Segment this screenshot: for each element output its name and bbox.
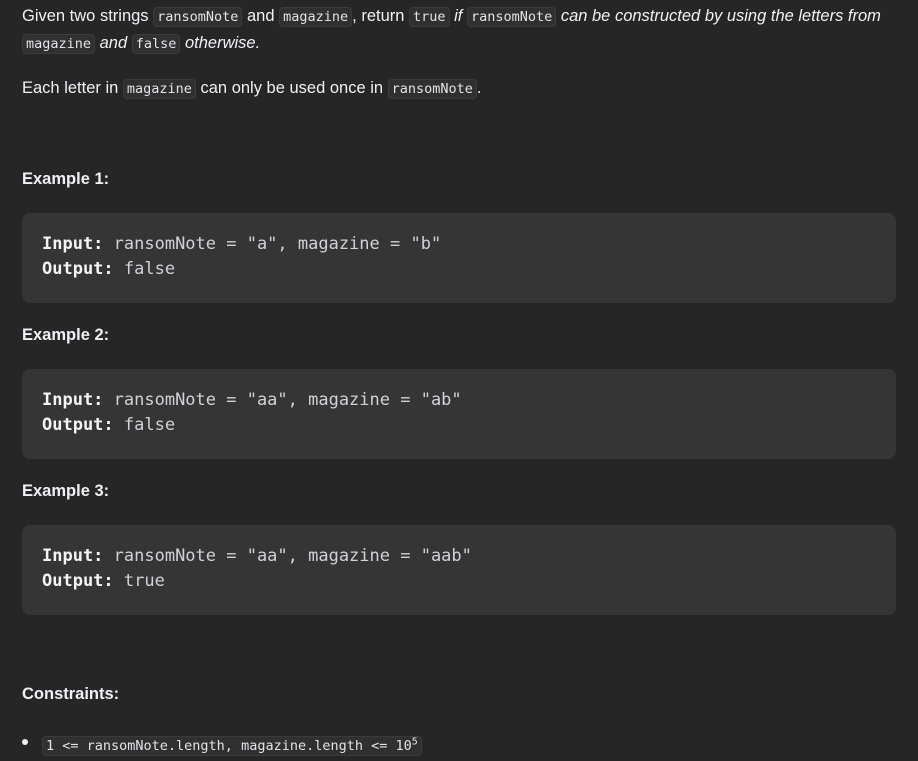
constraint-exponent: 5 (411, 736, 418, 747)
input-label: Input: (42, 546, 104, 566)
inline-code: ransomNote (153, 7, 243, 27)
output-label: Output: (42, 571, 114, 591)
example-1-box: Input: ransomNote = "a", magazine = "b" … (22, 213, 896, 303)
inline-code: ransomNote (387, 79, 477, 99)
example-3-output: Output: true (42, 569, 876, 594)
example-1-heading: Example 1: (22, 170, 110, 188)
text: , return (352, 7, 410, 25)
bullet-icon (22, 739, 28, 745)
example-3-heading: Example 3: (22, 482, 110, 500)
output-label: Output: (42, 259, 114, 279)
text: Given two strings (22, 7, 154, 25)
input-value: ransomNote = "aa", magazine = "ab" (103, 390, 462, 410)
text: Each letter in (22, 79, 123, 97)
italic-text: otherwise. (180, 34, 261, 52)
example-2-output: Output: false (42, 413, 876, 438)
example-1-input: Input: ransomNote = "a", magazine = "b" (42, 232, 876, 257)
inline-code: true (409, 7, 450, 27)
constraint-code: 1 <= ransomNote.length, magazine.length … (42, 735, 422, 756)
example-3-box: Input: ransomNote = "aa", magazine = "aa… (22, 525, 896, 615)
example-3-input: Input: ransomNote = "aa", magazine = "aa… (42, 544, 876, 569)
text: and (242, 7, 280, 25)
text: can only be used once in (195, 79, 388, 97)
description-paragraph-1: Given two strings ransomNote and magazin… (22, 3, 902, 57)
text: . (476, 79, 482, 97)
italic-text: can be constructed by using the letters … (556, 7, 881, 25)
output-value: false (113, 415, 176, 435)
input-value: ransomNote = "aa", magazine = "aab" (103, 546, 472, 566)
output-value: false (113, 259, 176, 279)
example-2-box: Input: ransomNote = "aa", magazine = "ab… (22, 369, 896, 459)
input-value: ransomNote = "a", magazine = "b" (103, 234, 442, 254)
inline-code: magazine (279, 7, 353, 27)
output-value: true (113, 571, 165, 591)
constraints-list: 1 <= ransomNote.length, magazine.length … (22, 728, 422, 760)
input-label: Input: (42, 390, 104, 410)
constraints-heading: Constraints: (22, 685, 120, 703)
inline-code: magazine (122, 79, 196, 99)
constraint-item: 1 <= ransomNote.length, magazine.length … (22, 728, 422, 760)
input-label: Input: (42, 234, 104, 254)
output-label: Output: (42, 415, 114, 435)
italic-text: if (449, 7, 467, 25)
description-paragraph-2: Each letter in magazine can only be used… (22, 75, 482, 102)
inline-code: ransomNote (466, 7, 557, 27)
constraint-text: 1 <= ransomNote.length, magazine.length … (46, 737, 412, 754)
example-1-output: Output: false (42, 257, 876, 282)
example-2-input: Input: ransomNote = "aa", magazine = "ab… (42, 388, 876, 413)
example-2-heading: Example 2: (22, 326, 110, 344)
inline-code: false (131, 34, 181, 54)
inline-code: magazine (22, 34, 96, 54)
italic-text: and (95, 34, 132, 52)
